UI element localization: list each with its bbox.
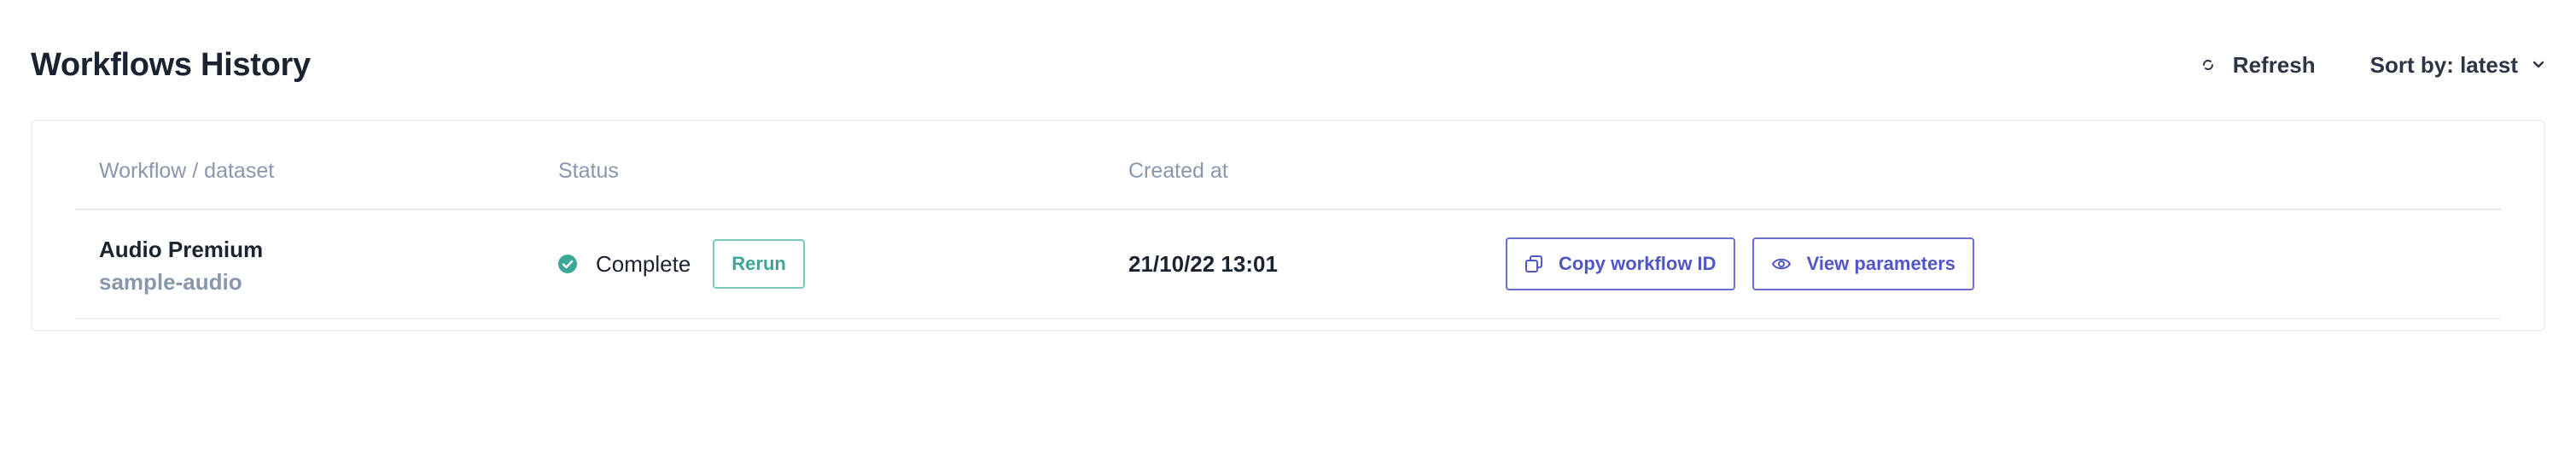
copy-workflow-id-button[interactable]: Copy workflow ID [1506,237,1735,290]
column-header-workflow: Workflow / dataset [99,159,275,183]
row-actions: Copy workflow ID View parameters [1506,237,1975,290]
refresh-label: Refresh [2232,51,2316,78]
status-cell: Complete Rerun [558,237,805,290]
dataset-name: sample-audio [99,269,242,295]
workflows-table-card: Workflow / dataset Status Created at Aud… [31,120,2545,331]
refresh-button[interactable]: Refresh [2200,52,2316,79]
workflow-name: Audio Premium [99,237,264,262]
view-parameters-button[interactable]: View parameters [1751,237,1975,290]
workflows-history-page: Workflows History Refresh Sort by: lates… [0,0,2576,451]
table-row: Audio Premium sample-audio Complete Reru… [75,210,2501,319]
header-actions: Refresh Sort by: latest [2200,52,2545,79]
copy-icon [1524,255,1543,273]
column-header-status: Status [558,159,619,183]
table-header: Workflow / dataset Status Created at [75,121,2501,210]
sort-label: Sort by: latest [2369,51,2518,78]
page-header: Workflows History Refresh Sort by: lates… [31,38,2545,92]
column-header-created-at: Created at [1128,159,1228,183]
copy-workflow-id-label: Copy workflow ID [1559,253,1716,274]
chevron-down-icon [2532,60,2545,70]
page-title: Workflows History [31,46,311,83]
check-circle-icon [558,255,577,273]
workflow-cell: Audio Premium sample-audio [99,234,263,299]
created-at-value: 21/10/22 13:01 [1128,251,1278,277]
eye-icon [1771,256,1792,272]
refresh-icon [2200,57,2216,73]
view-parameters-label: View parameters [1806,253,1956,274]
sort-dropdown[interactable]: Sort by: latest [2370,52,2545,79]
rerun-button[interactable]: Rerun [713,239,805,289]
status-text: Complete [596,250,691,277]
